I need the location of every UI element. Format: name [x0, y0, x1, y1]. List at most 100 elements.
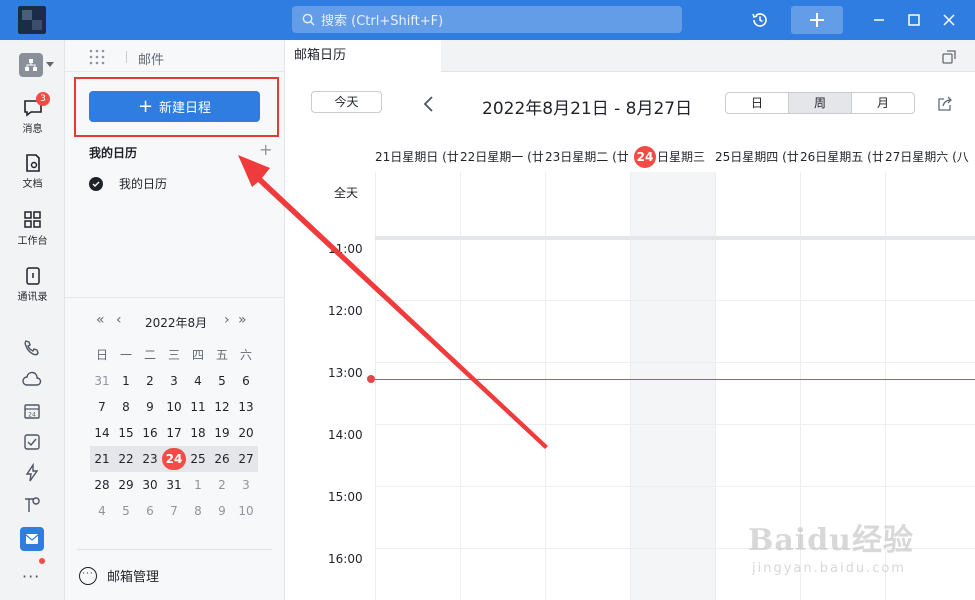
mini-calendar-day[interactable]: 30	[138, 474, 162, 496]
rail-label: 通讯录	[17, 292, 48, 303]
rail-item-contacts[interactable]: 通讯录	[0, 266, 65, 303]
day-header[interactable]: 22日星期一 (廿	[460, 142, 545, 172]
mini-calendar-day[interactable]: 3	[162, 370, 186, 392]
sidebar-header: 邮件	[65, 40, 285, 72]
mini-calendar-day[interactable]: 5	[210, 370, 234, 392]
close-icon[interactable]	[937, 8, 961, 32]
mini-calendar-day[interactable]: 4	[90, 500, 114, 522]
user-avatar[interactable]	[18, 6, 46, 34]
add-button[interactable]	[791, 6, 843, 34]
calendar-sidebar: 邮件 + 新建日程 我的日历 + 我的日历 « ‹ 2022年8月 › » 日 …	[65, 40, 285, 600]
day-header[interactable]: 27日星期六 (八	[885, 142, 970, 172]
mini-calendar-day[interactable]: 3	[234, 474, 258, 496]
rail-label: 工作台	[17, 236, 48, 247]
apps-grid-icon[interactable]	[88, 48, 106, 66]
mini-calendar-day[interactable]: 13	[234, 396, 258, 418]
mini-calendar-day[interactable]: 2	[210, 474, 234, 496]
mini-calendar-day[interactable]: 1	[114, 370, 138, 392]
rail-item-docs[interactable]: 文档	[0, 153, 65, 190]
phone-icon[interactable]	[22, 338, 42, 358]
view-month-button[interactable]: 月	[852, 93, 914, 113]
tools-icon[interactable]	[22, 495, 42, 515]
mini-calendar-day[interactable]: 25	[186, 448, 210, 470]
org-switch-icon[interactable]	[19, 53, 43, 77]
prev-week-icon[interactable]	[422, 94, 436, 114]
prev-month-icon[interactable]: ‹	[116, 312, 122, 328]
mini-calendar-day[interactable]: 22	[114, 448, 138, 470]
day-header[interactable]: 25日星期四 (廿	[715, 142, 800, 172]
cloud-icon[interactable]	[22, 370, 42, 390]
mini-calendar-day[interactable]: 31	[162, 474, 186, 496]
org-caret-icon[interactable]	[46, 62, 54, 67]
mini-calendar-weeks: 31 1 2 3 4 5 6 7 8 9 10 11 12 13 14 15 16 17 18 19 20 21 22 23 2…	[90, 368, 258, 524]
mini-calendar-day[interactable]: 23	[138, 448, 162, 470]
mini-calendar-day[interactable]: 21	[90, 448, 114, 470]
mini-calendar-day[interactable]: 18	[186, 422, 210, 444]
mini-calendar-day[interactable]: 9	[138, 396, 162, 418]
mail-icon[interactable]	[20, 527, 44, 551]
search-input[interactable]: 搜索 (Ctrl+Shift+F)	[292, 6, 682, 33]
mini-calendar-day[interactable]: 8	[114, 396, 138, 418]
prev-year-icon[interactable]: «	[96, 312, 105, 328]
mini-calendar-day[interactable]: 11	[186, 396, 210, 418]
more-icon[interactable]: ···	[22, 567, 40, 586]
mini-calendar-day[interactable]: 14	[90, 422, 114, 444]
weekday-label: 二	[143, 348, 156, 362]
mini-calendar-day[interactable]: 7	[90, 396, 114, 418]
all-day-separator	[375, 236, 975, 240]
mini-calendar-day[interactable]: 5	[114, 500, 138, 522]
mini-calendar-day[interactable]: 20	[234, 422, 258, 444]
mini-calendar-day[interactable]: 15	[114, 422, 138, 444]
maximize-icon[interactable]	[902, 8, 926, 32]
mini-calendar-day[interactable]: 6	[138, 500, 162, 522]
todo-icon[interactable]	[22, 432, 42, 452]
mini-calendar-day[interactable]: 7	[162, 500, 186, 522]
popout-icon[interactable]	[941, 49, 957, 65]
mini-calendar-week: 7 8 9 10 11 12 13	[90, 394, 258, 420]
calendar-icon[interactable]: 24	[22, 401, 42, 421]
today-button[interactable]: 今天	[311, 91, 382, 113]
mini-calendar-day[interactable]: 10	[234, 500, 258, 522]
mini-calendar-day[interactable]: 31	[90, 370, 114, 392]
minimize-icon[interactable]	[867, 8, 891, 32]
day-header[interactable]: 23日星期二 (廿	[545, 142, 630, 172]
view-day-button[interactable]: 日	[726, 93, 789, 113]
mini-calendar-day[interactable]: 10	[162, 396, 186, 418]
mini-calendar-day[interactable]: 19	[210, 422, 234, 444]
day-header[interactable]: 21日星期日 (廿	[375, 142, 460, 172]
share-icon[interactable]	[937, 96, 953, 112]
rail-label: 消息	[22, 124, 43, 135]
day-header[interactable]: 26日星期五 (廿	[800, 142, 885, 172]
tab-mail-calendar[interactable]: 邮箱日历	[286, 40, 441, 72]
view-week-button[interactable]: 周	[789, 93, 852, 113]
tab-bar: 邮箱日历	[286, 40, 975, 72]
sidebar-title[interactable]: 邮件	[138, 49, 164, 68]
mini-calendar-day[interactable]: 17	[162, 422, 186, 444]
history-icon[interactable]	[748, 8, 772, 32]
calendar-list-item[interactable]: 我的日历	[89, 175, 167, 192]
mini-calendar-day[interactable]: 26	[210, 448, 234, 470]
checkbox-checked-icon[interactable]	[89, 176, 103, 191]
lightning-icon[interactable]	[22, 463, 42, 483]
mini-calendar-day[interactable]: 24	[162, 448, 186, 470]
mini-calendar-day[interactable]: 4	[186, 370, 210, 392]
doc-icon	[25, 154, 40, 172]
mini-calendar-day[interactable]: 12	[210, 396, 234, 418]
rail-item-messages[interactable]: 3 消息	[0, 92, 65, 135]
mini-calendar-day[interactable]: 8	[186, 500, 210, 522]
divider	[126, 51, 127, 63]
mini-calendar-day[interactable]: 16	[138, 422, 162, 444]
mini-calendar-day[interactable]: 28	[90, 474, 114, 496]
day-header-today[interactable]: 24 日星期三	[630, 142, 715, 172]
mini-calendar-day[interactable]: 2	[138, 370, 162, 392]
mini-calendar-day[interactable]: 27	[234, 448, 258, 470]
mini-calendar-day[interactable]: 1	[186, 474, 210, 496]
mailbox-manage-button[interactable]: ··· 邮箱管理	[79, 566, 159, 585]
next-year-icon[interactable]: »	[238, 312, 247, 328]
rail-item-workbench[interactable]: 工作台	[0, 210, 65, 247]
next-month-icon[interactable]: ›	[224, 312, 230, 328]
mini-calendar-day[interactable]: 9	[210, 500, 234, 522]
mini-calendar-day[interactable]: 29	[114, 474, 138, 496]
mini-calendar-day[interactable]: 6	[234, 370, 258, 392]
add-calendar-icon[interactable]: +	[259, 140, 272, 159]
